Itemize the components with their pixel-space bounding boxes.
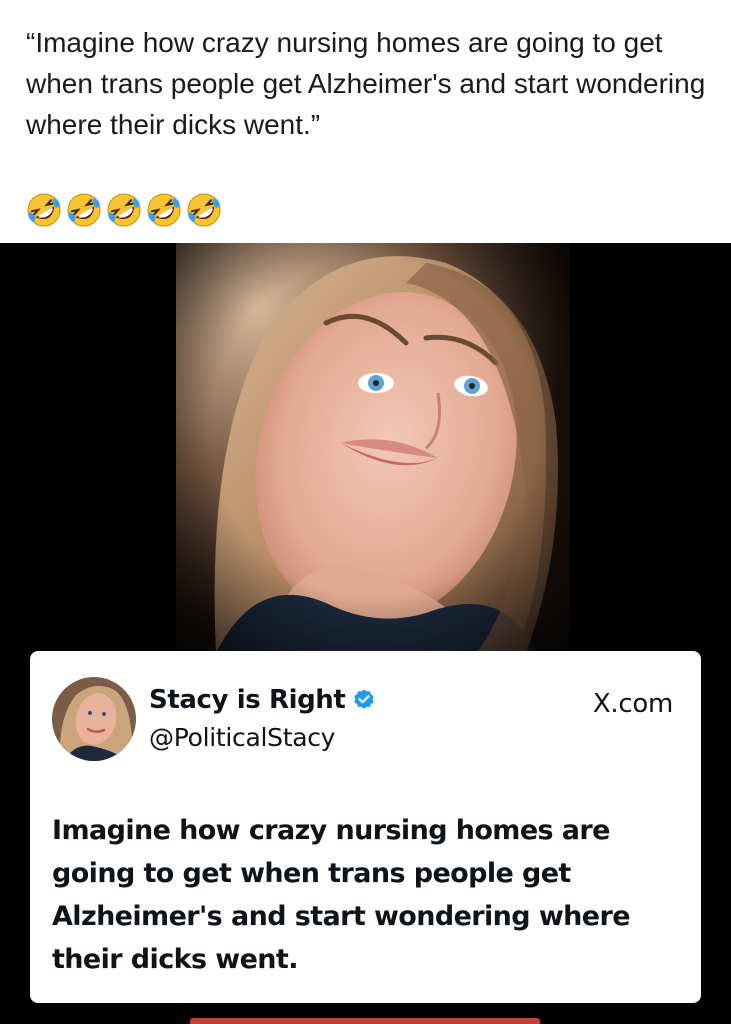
tweet-card[interactable]: Stacy is Right @PoliticalStacy X.com Ima… bbox=[30, 651, 701, 1003]
tweet-text: Imagine how crazy nursing homes are goin… bbox=[52, 815, 631, 975]
source-label: X.com bbox=[592, 689, 673, 719]
next-media-edge bbox=[190, 1018, 540, 1024]
user-handle[interactable]: @PoliticalStacy bbox=[149, 723, 335, 752]
display-name[interactable]: Stacy is Right bbox=[149, 685, 376, 715]
emoji-row bbox=[24, 190, 224, 230]
avatar[interactable] bbox=[52, 677, 136, 761]
rolling-laughing-emoji bbox=[147, 193, 181, 227]
post-caption: “Imagine how crazy nursing homes are goi… bbox=[26, 27, 706, 140]
post-media[interactable]: Stacy is Right @PoliticalStacy X.com Ima… bbox=[0, 243, 731, 1024]
rolling-laughing-emoji bbox=[27, 193, 61, 227]
display-name-text: Stacy is Right bbox=[149, 685, 346, 715]
rolling-laughing-emoji bbox=[107, 193, 141, 227]
verified-badge-icon bbox=[354, 689, 375, 709]
rolling-laughing-emoji bbox=[67, 193, 101, 227]
profile-photo bbox=[176, 243, 570, 653]
rolling-laughing-emoji bbox=[187, 193, 221, 227]
